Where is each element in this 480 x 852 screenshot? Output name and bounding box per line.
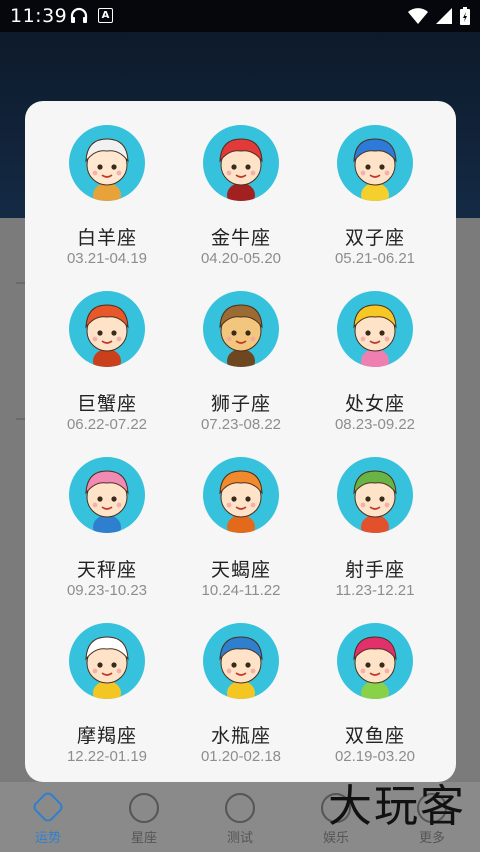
wifi-icon: [408, 8, 428, 24]
status-bar: 11:39 A: [0, 0, 480, 32]
aquarius-cartoon-icon: [203, 623, 279, 699]
fortune-icon: [31, 790, 65, 824]
constellation-icon: [129, 793, 159, 823]
leo-cartoon-icon: [203, 291, 279, 367]
headphones-icon: [70, 7, 88, 23]
zodiac-dates: 05.21-06.21: [334, 250, 416, 267]
taurus-cartoon-icon: [203, 125, 279, 201]
nav-item-quiz[interactable]: 测试: [200, 793, 280, 846]
zodiac-name: 白羊座: [76, 227, 137, 249]
aries-cartoon-icon: [69, 125, 145, 201]
signal-icon: [436, 8, 452, 24]
scorpio-cartoon-icon: [203, 457, 279, 533]
zodiac-name: 双子座: [344, 227, 405, 249]
zodiac-name: 天秤座: [76, 559, 137, 581]
zodiac-item-sagittarius[interactable]: 射手座 11.23-12.21: [305, 443, 445, 603]
notification-badge-icon: A: [98, 7, 113, 23]
zodiac-dates: 04.20-05.20: [200, 250, 282, 267]
pisces-cartoon-icon: [337, 623, 413, 699]
zodiac-item-capricorn[interactable]: 摩羯座 12.22-01.19: [37, 609, 177, 769]
zodiac-name: 巨蟹座: [76, 393, 137, 415]
nav-item-constellation[interactable]: 星座: [104, 793, 184, 846]
zodiac-item-leo[interactable]: 狮子座 07.23-08.22: [171, 277, 311, 437]
zodiac-dates: 01.20-02.18: [200, 748, 282, 765]
zodiac-item-cancer[interactable]: 巨蟹座 06.22-07.22: [37, 277, 177, 437]
zodiac-dates: 11.23-12.21: [335, 582, 415, 599]
zodiac-dates: 07.23-08.22: [200, 416, 282, 433]
status-time: 11:39: [10, 5, 68, 27]
zodiac-picker-dialog: 白羊座 03.21-04.19 金牛座 04.20-05.20 双子座 05.21-06.…: [25, 101, 456, 782]
quiz-icon: [225, 793, 255, 823]
zodiac-name: 水瓶座: [210, 725, 271, 747]
sagittarius-cartoon-icon: [337, 457, 413, 533]
zodiac-dates: 02.19-03.20: [334, 748, 416, 765]
libra-cartoon-icon: [69, 457, 145, 533]
zodiac-name: 双鱼座: [344, 725, 405, 747]
zodiac-name: 摩羯座: [76, 725, 137, 747]
zodiac-dates: 03.21-04.19: [66, 250, 148, 267]
battery-icon: [460, 7, 470, 25]
zodiac-item-virgo[interactable]: 处女座 08.23-09.22: [305, 277, 445, 437]
zodiac-item-aries[interactable]: 白羊座 03.21-04.19: [37, 111, 177, 271]
zodiac-grid: 白羊座 03.21-04.19 金牛座 04.20-05.20 双子座 05.21-06.…: [25, 101, 456, 782]
zodiac-name: 金牛座: [210, 227, 271, 249]
zodiac-item-taurus[interactable]: 金牛座 04.20-05.20: [171, 111, 311, 271]
zodiac-dates: 08.23-09.22: [334, 416, 416, 433]
zodiac-name: 射手座: [344, 559, 405, 581]
capricorn-cartoon-icon: [69, 623, 145, 699]
cancer-cartoon-icon: [69, 291, 145, 367]
zodiac-dates: 12.22-01.19: [66, 748, 148, 765]
gemini-cartoon-icon: [337, 125, 413, 201]
zodiac-dates: 09.23-10.23: [66, 582, 148, 599]
zodiac-item-libra[interactable]: 天秤座 09.23-10.23: [37, 443, 177, 603]
zodiac-item-pisces[interactable]: 双鱼座 02.19-03.20: [305, 609, 445, 769]
zodiac-name: 狮子座: [210, 393, 271, 415]
zodiac-item-scorpio[interactable]: 天蝎座 10.24-11.22: [171, 443, 311, 603]
zodiac-name: 天蝎座: [210, 559, 271, 581]
virgo-cartoon-icon: [337, 291, 413, 367]
zodiac-item-gemini[interactable]: 双子座 05.21-06.21: [305, 111, 445, 271]
zodiac-dates: 06.22-07.22: [66, 416, 148, 433]
nav-item-fortune[interactable]: 运势: [8, 790, 88, 846]
zodiac-dates: 10.24-11.22: [201, 582, 281, 599]
watermark: 大玩客: [328, 781, 466, 832]
zodiac-item-aquarius[interactable]: 水瓶座 01.20-02.18: [171, 609, 311, 769]
zodiac-name: 处女座: [344, 393, 405, 415]
